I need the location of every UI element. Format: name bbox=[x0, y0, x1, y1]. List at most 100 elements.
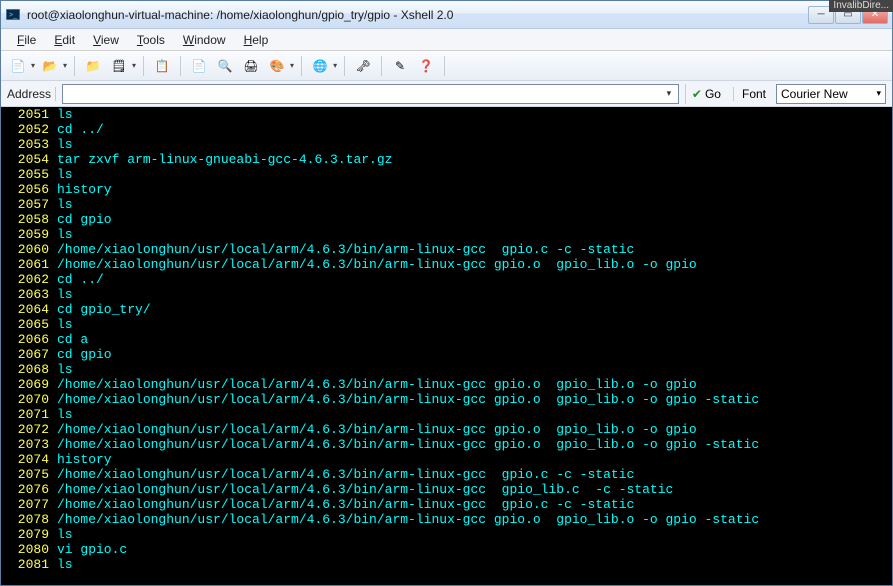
open-icon[interactable]: 📂 bbox=[39, 55, 61, 77]
history-number: 2068 bbox=[1, 362, 57, 377]
font-select[interactable]: Courier New ▾ bbox=[776, 84, 886, 104]
addressbar: Address ▾ ✔ Go Font Courier New ▾ bbox=[1, 81, 892, 107]
history-number: 2063 bbox=[1, 287, 57, 302]
find-icon[interactable]: 🔍 bbox=[214, 55, 236, 77]
history-number: 2075 bbox=[1, 467, 57, 482]
history-line: 2078/home/xiaolonghun/usr/local/arm/4.6.… bbox=[1, 512, 892, 527]
history-line: 2072/home/xiaolonghun/usr/local/arm/4.6.… bbox=[1, 422, 892, 437]
history-line: 2075/home/xiaolonghun/usr/local/arm/4.6.… bbox=[1, 467, 892, 482]
history-line: 2065ls bbox=[1, 317, 892, 332]
history-number: 2066 bbox=[1, 332, 57, 347]
history-command: ls bbox=[57, 107, 73, 122]
paste-icon[interactable]: 📄 bbox=[188, 55, 210, 77]
menu-help[interactable]: Help bbox=[236, 31, 277, 49]
menu-window[interactable]: Window bbox=[175, 31, 234, 49]
svg-text:>_: >_ bbox=[9, 12, 17, 19]
history-number: 2080 bbox=[1, 542, 57, 557]
print-icon[interactable]: 🖨 bbox=[240, 55, 262, 77]
history-number: 2060 bbox=[1, 242, 57, 257]
history-number: 2056 bbox=[1, 182, 57, 197]
edit-icon[interactable]: ✎ bbox=[389, 55, 411, 77]
history-command: ls bbox=[57, 197, 73, 212]
help-icon[interactable]: ❓ bbox=[415, 55, 437, 77]
toolbar-separator bbox=[74, 56, 75, 76]
font-dropdown-icon[interactable]: ▾ bbox=[876, 88, 881, 99]
history-line: 2073/home/xiaolonghun/usr/local/arm/4.6.… bbox=[1, 437, 892, 452]
history-command: /home/xiaolonghun/usr/local/arm/4.6.3/bi… bbox=[57, 392, 759, 407]
history-number: 2058 bbox=[1, 212, 57, 227]
titlebar[interactable]: >_ root@xiaolonghun-virtual-machine: /ho… bbox=[1, 1, 892, 29]
history-number: 2073 bbox=[1, 437, 57, 452]
history-command: vi gpio.c bbox=[57, 542, 127, 557]
history-number: 2074 bbox=[1, 452, 57, 467]
new-session-dropdown-icon[interactable]: ▾ bbox=[31, 61, 35, 70]
history-line: 2081ls bbox=[1, 557, 892, 572]
open-dropdown-icon[interactable]: ▾ bbox=[63, 61, 67, 70]
address-input[interactable]: ▾ bbox=[62, 84, 679, 104]
history-command: ls bbox=[57, 317, 73, 332]
history-number: 2057 bbox=[1, 197, 57, 212]
history-command: /home/xiaolonghun/usr/local/arm/4.6.3/bi… bbox=[57, 257, 697, 272]
history-number: 2076 bbox=[1, 482, 57, 497]
terminal[interactable]: 2051ls 2052cd ../ 2053ls 2054tar zxvf ar… bbox=[1, 107, 892, 585]
color-icon[interactable]: 🎨 bbox=[266, 55, 288, 77]
history-line: 2067cd gpio bbox=[1, 347, 892, 362]
properties-icon[interactable]: 🗒 bbox=[108, 55, 130, 77]
window-title: root@xiaolonghun-virtual-machine: /home/… bbox=[27, 8, 808, 22]
save-icon[interactable]: 📁 bbox=[82, 55, 104, 77]
history-number: 2059 bbox=[1, 227, 57, 242]
history-line: 2059ls bbox=[1, 227, 892, 242]
history-number: 2053 bbox=[1, 137, 57, 152]
history-command: ls bbox=[57, 362, 73, 377]
history-command: cd a bbox=[57, 332, 88, 347]
history-number: 2070 bbox=[1, 392, 57, 407]
history-line: 2070/home/xiaolonghun/usr/local/arm/4.6.… bbox=[1, 392, 892, 407]
history-line: 2063ls bbox=[1, 287, 892, 302]
key-icon[interactable]: 🗝 bbox=[352, 55, 374, 77]
toolbar-separator bbox=[301, 56, 302, 76]
menu-edit[interactable]: Edit bbox=[46, 31, 83, 49]
history-number: 2062 bbox=[1, 272, 57, 287]
history-number: 2078 bbox=[1, 512, 57, 527]
history-line: 2060/home/xiaolonghun/usr/local/arm/4.6.… bbox=[1, 242, 892, 257]
history-command: cd gpio bbox=[57, 347, 112, 362]
toolbar-separator bbox=[444, 56, 445, 76]
history-command: ls bbox=[57, 137, 73, 152]
history-line: 2051ls bbox=[1, 107, 892, 122]
font-value: Courier New bbox=[781, 87, 848, 101]
history-command: cd ../ bbox=[57, 272, 104, 287]
history-command: ls bbox=[57, 527, 73, 542]
copy-icon[interactable]: 📋 bbox=[151, 55, 173, 77]
address-dropdown-icon[interactable]: ▾ bbox=[662, 85, 676, 103]
color-dropdown-icon[interactable]: ▾ bbox=[290, 61, 294, 70]
history-line: 2055ls bbox=[1, 167, 892, 182]
history-number: 2069 bbox=[1, 377, 57, 392]
toolbar-separator bbox=[381, 56, 382, 76]
menu-tools[interactable]: Tools bbox=[129, 31, 173, 49]
history-command: /home/xiaolonghun/usr/local/arm/4.6.3/bi… bbox=[57, 422, 697, 437]
history-number: 2079 bbox=[1, 527, 57, 542]
history-line: 2066cd a bbox=[1, 332, 892, 347]
globe-icon[interactable]: 🌐 bbox=[309, 55, 331, 77]
background-app-tab: InvalibDire... bbox=[829, 0, 893, 12]
history-command: cd ../ bbox=[57, 122, 104, 137]
history-command: ls bbox=[57, 167, 73, 182]
menu-file[interactable]: File bbox=[9, 31, 44, 49]
new-session-icon[interactable]: 📄 bbox=[7, 55, 29, 77]
history-line: 2056history bbox=[1, 182, 892, 197]
history-number: 2071 bbox=[1, 407, 57, 422]
history-line: 2064cd gpio_try/ bbox=[1, 302, 892, 317]
history-command: tar zxvf arm-linux-gnueabi-gcc-4.6.3.tar… bbox=[57, 152, 392, 167]
history-command: ls bbox=[57, 557, 73, 572]
xshell-window: >_ root@xiaolonghun-virtual-machine: /ho… bbox=[0, 0, 893, 586]
globe-dropdown-icon[interactable]: ▾ bbox=[333, 61, 337, 70]
history-line: 2080vi gpio.c bbox=[1, 542, 892, 557]
menu-view[interactable]: View bbox=[85, 31, 127, 49]
menubar: File Edit View Tools Window Help bbox=[1, 29, 892, 51]
history-number: 2054 bbox=[1, 152, 57, 167]
go-button[interactable]: ✔ Go bbox=[685, 84, 727, 104]
properties-dropdown-icon[interactable]: ▾ bbox=[132, 61, 136, 70]
history-command: cd gpio bbox=[57, 212, 112, 227]
history-command: history bbox=[57, 452, 112, 467]
history-line: 2077/home/xiaolonghun/usr/local/arm/4.6.… bbox=[1, 497, 892, 512]
